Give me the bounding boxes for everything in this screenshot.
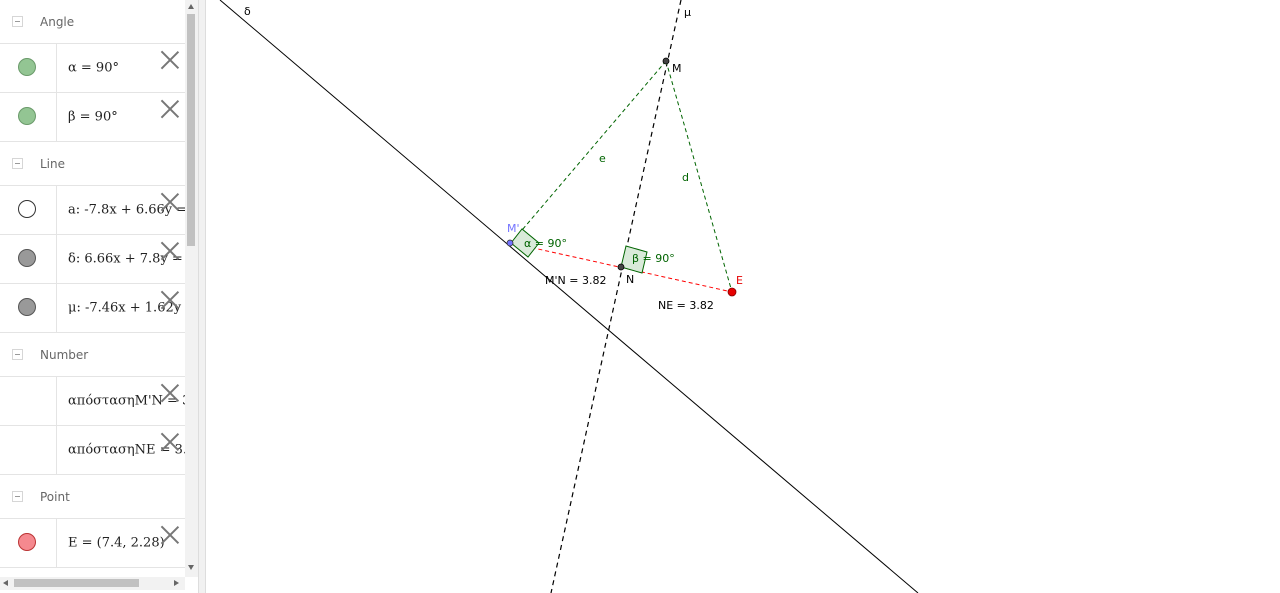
scroll-down-icon[interactable] [188, 565, 194, 570]
marble-cell [0, 93, 57, 141]
visibility-toggle-icon[interactable] [18, 200, 36, 218]
group-header-line[interactable]: Line [0, 142, 185, 186]
point-Mprime[interactable] [506, 239, 514, 247]
label-alpha: α = 90° [524, 237, 567, 250]
delete-icon[interactable] [160, 50, 180, 70]
label-beta: β = 90° [632, 252, 675, 265]
scroll-thumb[interactable] [14, 579, 139, 587]
algebra-item-E[interactable]: E = (7.4, 2.28) [0, 519, 185, 568]
group-title-number: Number [40, 347, 89, 362]
algebra-item-mu[interactable]: μ: -7.46x + 1.62y = [0, 284, 185, 333]
group-header-number[interactable]: Number [0, 333, 185, 377]
formula-text[interactable]: α = 90° [68, 61, 119, 76]
scroll-left-icon[interactable] [3, 580, 8, 586]
delete-icon[interactable] [160, 525, 180, 545]
algebra-item-distance-ne[interactable]: απόστασηNE = 3.8 [0, 426, 185, 475]
line-mu[interactable] [550, 0, 682, 593]
graphics-view[interactable]: δ μ M M' N E e d α = 90° β = 90° M'N = 3… [206, 0, 1280, 593]
label-M: M [672, 62, 682, 75]
collapse-icon[interactable] [12, 157, 23, 169]
line-delta[interactable] [219, 0, 919, 593]
delete-icon[interactable] [160, 383, 180, 403]
scroll-thumb[interactable] [187, 14, 195, 246]
vertical-scrollbar[interactable] [185, 0, 198, 577]
delete-icon[interactable] [160, 432, 180, 452]
horizontal-scrollbar[interactable] [0, 577, 185, 590]
label-ne-distance: NE = 3.82 [658, 299, 714, 312]
marble-cell [0, 377, 57, 425]
collapse-icon[interactable] [12, 348, 23, 360]
label-E: E [736, 274, 743, 287]
group-header-angle[interactable]: Angle [0, 0, 185, 44]
marble-cell [0, 426, 57, 474]
algebra-item-a[interactable]: a: -7.8x + 6.66y = [0, 186, 185, 235]
delete-icon[interactable] [160, 99, 180, 119]
label-mn-distance: M'N = 3.82 [545, 274, 606, 287]
algebra-view[interactable]: Angle α = 90° β = 90° Line a: -7.8x + 6.… [0, 0, 198, 593]
delete-icon[interactable] [160, 192, 180, 212]
group-title-angle: Angle [40, 14, 75, 29]
group-title-line: Line [40, 156, 66, 171]
delete-icon[interactable] [160, 290, 180, 310]
label-d: d [682, 171, 689, 184]
algebra-item-delta[interactable]: δ: 6.66x + 7.8y = 3 [0, 235, 185, 284]
visibility-toggle-icon[interactable] [18, 107, 36, 125]
scroll-up-icon[interactable] [188, 4, 194, 9]
segment-d[interactable] [665, 60, 733, 293]
segment-e[interactable] [510, 60, 667, 244]
visibility-toggle-icon[interactable] [18, 249, 36, 267]
visibility-toggle-icon[interactable] [18, 58, 36, 76]
formula-text[interactable]: E = (7.4, 2.28) [68, 536, 165, 551]
collapse-icon[interactable] [12, 15, 23, 27]
visibility-toggle-icon[interactable] [18, 298, 36, 316]
marble-cell [0, 235, 57, 283]
label-delta: δ [244, 5, 251, 18]
algebra-list: Angle α = 90° β = 90° Line a: -7.8x + 6.… [0, 0, 185, 577]
marble-cell [0, 186, 57, 234]
marble-cell [0, 519, 57, 567]
algebra-item-beta[interactable]: β = 90° [0, 93, 185, 142]
graphics-canvas[interactable]: δ μ M M' N E e d α = 90° β = 90° M'N = 3… [206, 0, 1280, 593]
point-M[interactable] [662, 57, 670, 65]
scroll-right-icon[interactable] [174, 580, 179, 586]
marble-cell [0, 284, 57, 332]
label-e: e [599, 152, 606, 165]
label-mu: μ [684, 6, 691, 19]
algebra-item-alpha[interactable]: α = 90° [0, 44, 185, 93]
delete-icon[interactable] [160, 241, 180, 261]
collapse-icon[interactable] [12, 490, 23, 502]
label-N: N [626, 273, 634, 286]
view-divider[interactable] [198, 0, 206, 593]
group-title-point: Point [40, 489, 70, 504]
algebra-item-distance-mn[interactable]: απόστασηM'N = 3 [0, 377, 185, 426]
formula-text[interactable]: β = 90° [68, 110, 118, 125]
marble-cell [0, 44, 57, 92]
point-N[interactable] [617, 263, 625, 271]
group-header-point[interactable]: Point [0, 475, 185, 519]
label-Mprime: M' [507, 222, 520, 235]
point-E[interactable] [727, 287, 737, 297]
visibility-toggle-icon[interactable] [18, 533, 36, 551]
